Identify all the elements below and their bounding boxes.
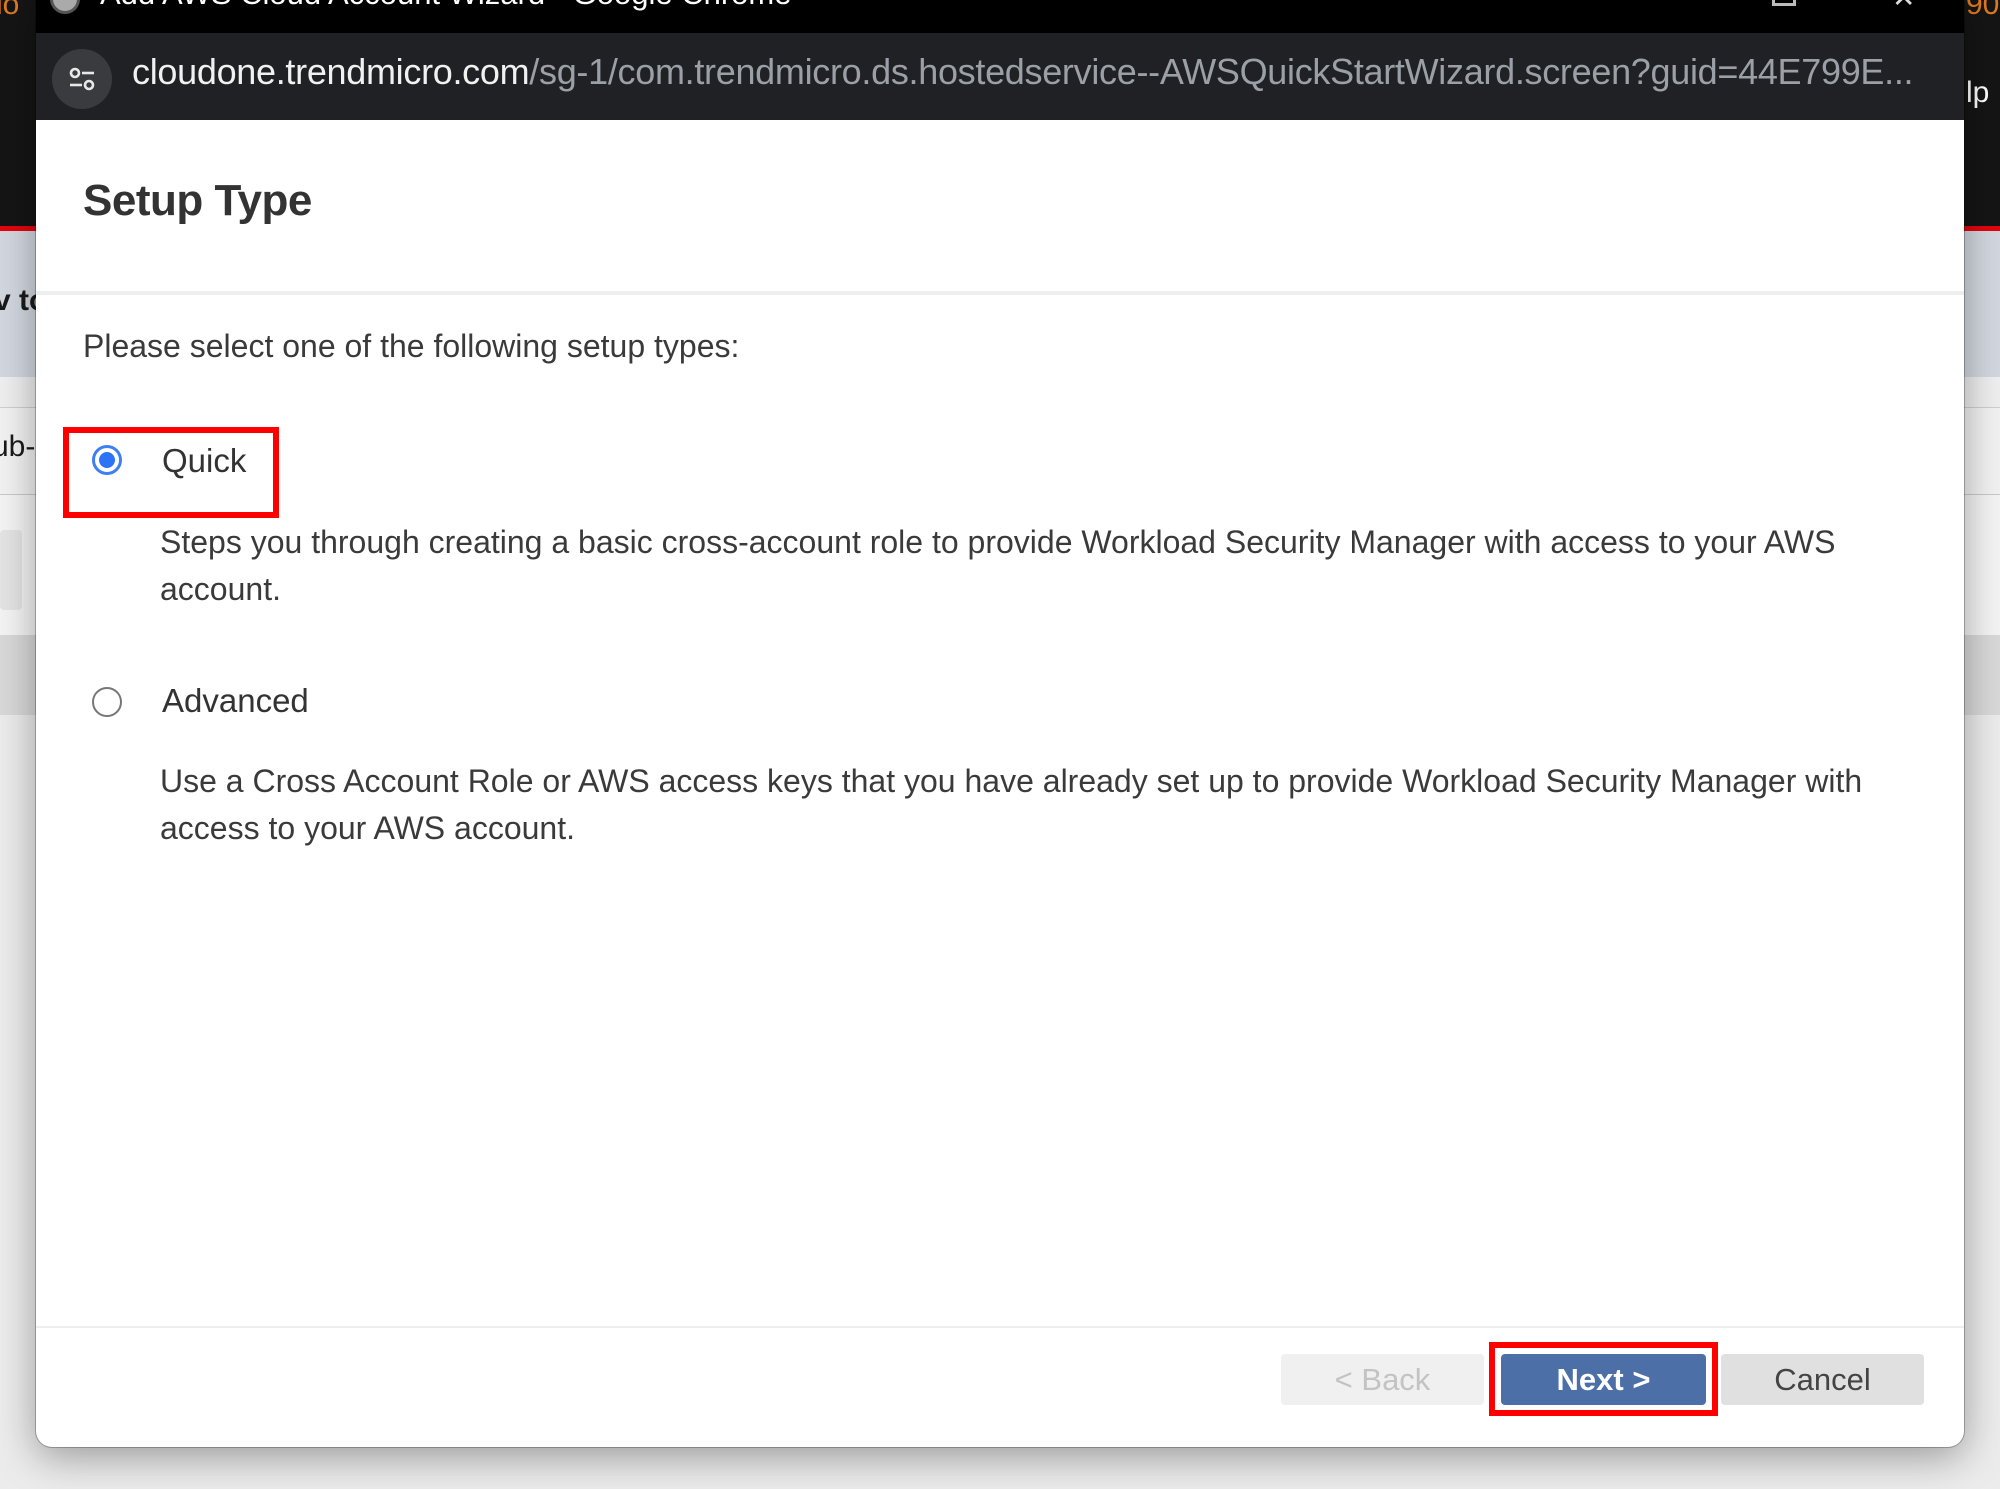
background-row-text: ub- [0, 430, 36, 463]
footer-divider [36, 1326, 1964, 1328]
instructions-text: Please select one of the following setup… [83, 328, 740, 364]
quick-option-label[interactable]: Quick [162, 442, 246, 480]
next-button[interactable]: Next > [1501, 1354, 1706, 1405]
page-title: Setup Type [83, 176, 312, 225]
cancel-button[interactable]: Cancel [1721, 1354, 1924, 1405]
quick-radio[interactable] [92, 445, 122, 475]
address-bar: cloudone.trendmicro.com/sg-1/com.trendmi… [36, 33, 1964, 120]
chrome-icon [50, 0, 80, 14]
window-title: Add AWS Cloud Account Wizard - Google Ch… [100, 0, 792, 12]
window-titlebar: Add AWS Cloud Account Wizard - Google Ch… [36, 0, 1964, 33]
url-field[interactable]: cloudone.trendmicro.com/sg-1/com.trendmi… [132, 51, 1914, 93]
url-host: cloudone.trendmicro.com [132, 51, 530, 92]
advanced-radio[interactable] [92, 687, 122, 717]
background-header-text-right-top: 90 [1966, 0, 2000, 21]
background-help-link[interactable]: lp [1966, 76, 1989, 110]
tune-icon [69, 67, 95, 91]
site-info-button[interactable] [52, 49, 112, 109]
background-field [0, 530, 22, 610]
advanced-option-description: Use a Cross Account Role or AWS access k… [160, 763, 1863, 846]
background-header-text-left: lo [0, 0, 20, 21]
restore-icon[interactable] [1772, 0, 1796, 6]
close-icon[interactable]: ✕ [1892, 0, 1915, 12]
advanced-option-label[interactable]: Advanced [162, 682, 309, 720]
back-button[interactable]: < Back [1281, 1354, 1484, 1405]
wizard-popup-window: Add AWS Cloud Account Wizard - Google Ch… [36, 0, 1964, 1447]
url-path: /sg-1/com.trendmicro.ds.hostedservice--A… [529, 51, 1914, 92]
quick-option-description: Steps you through creating a basic cross… [160, 524, 1836, 607]
dialog-header: Setup Type [36, 120, 1964, 295]
